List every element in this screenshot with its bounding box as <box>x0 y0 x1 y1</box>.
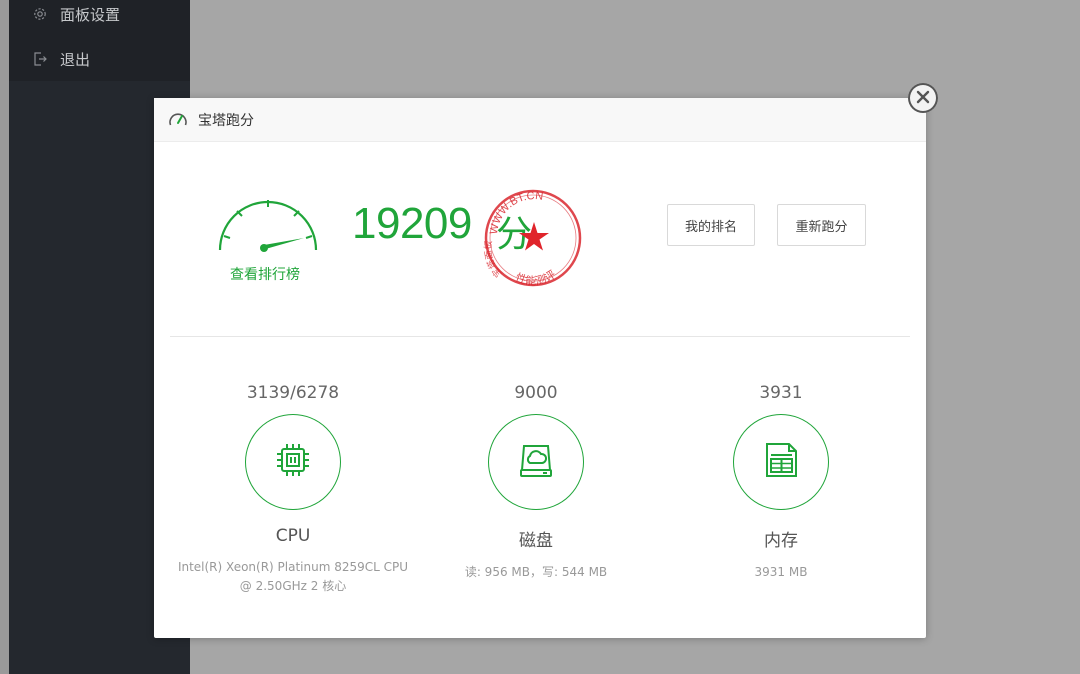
sidebar-item-label: 退出 <box>60 50 91 69</box>
metric-name: 磁盘 <box>519 531 553 551</box>
metric-name: CPU <box>275 526 311 546</box>
benchmark-dialog: 宝塔跑分 查看排行榜 19209 分 WWW.BT.CN 性能测评 宝塔面板 我… <box>154 98 926 638</box>
dialog-title: 宝塔跑分 <box>198 113 254 129</box>
score-gauge[interactable] <box>216 192 320 254</box>
metric-description: 读: 956 MB，写: 544 MB <box>416 563 656 582</box>
metric-icon-circle <box>245 414 341 510</box>
metric-description: Intel(R) Xeon(R) Platinum 8259CL CPU @ 2… <box>173 558 413 596</box>
metric-score: 3139/6278 <box>246 383 340 403</box>
memory-document-icon <box>761 440 801 484</box>
close-icon <box>916 89 930 108</box>
view-leaderboard-link[interactable]: 查看排行榜 <box>230 264 300 284</box>
divider <box>170 336 910 337</box>
description-line: 读: 956 MB，写: 544 MB <box>464 565 608 579</box>
logout-icon <box>32 51 48 67</box>
retest-button[interactable]: 重新跑分 <box>777 204 866 246</box>
description-line: 3931 MB <box>754 565 808 579</box>
sidebar-item-logout[interactable]: 退出 <box>9 39 190 79</box>
metric-memory: 3931 内存 3931 MB <box>661 382 901 582</box>
metric-name: 内存 <box>764 531 798 551</box>
my-rank-button[interactable]: 我的排名 <box>667 204 755 246</box>
dialog-header: 宝塔跑分 <box>154 98 926 142</box>
bt-seal-stamp: WWW.BT.CN 性能测评 宝塔面板 <box>476 182 588 294</box>
description-line: Intel(R) Xeon(R) Platinum 8259CL CPU <box>177 560 409 574</box>
total-score: 19209 <box>352 199 472 248</box>
description-line: @ 2.50GHz 2 核心 <box>239 579 347 593</box>
sidebar-item-label: 面板设置 <box>60 5 121 24</box>
svg-text:宝塔面板: 宝塔面板 <box>482 240 504 280</box>
page-edge <box>0 0 9 674</box>
metric-cpu: 3139/6278 CPU Intel(R) Xeon(R) Platinum … <box>173 382 413 596</box>
sidebar-item-panel-settings[interactable]: 面板设置 <box>9 0 190 34</box>
svg-text:性能测评: 性能测评 <box>514 268 558 288</box>
metric-icon-circle <box>488 414 584 510</box>
stamp-left-text: 宝塔面板 <box>482 240 504 280</box>
gear-icon <box>32 6 48 22</box>
metric-score: 9000 <box>514 383 558 403</box>
close-dialog-button[interactable] <box>908 83 938 113</box>
cpu-chip-icon <box>273 440 313 484</box>
speedometer-icon <box>167 109 189 131</box>
metric-score: 3931 <box>759 383 803 403</box>
metric-icon-circle <box>733 414 829 510</box>
stamp-bottom-text: 性能测评 <box>514 268 558 288</box>
metric-disk: 9000 磁盘 读: 956 MB，写: 544 MB <box>416 382 656 582</box>
metric-description: 3931 MB <box>661 563 901 582</box>
disk-cloud-icon <box>516 440 556 484</box>
